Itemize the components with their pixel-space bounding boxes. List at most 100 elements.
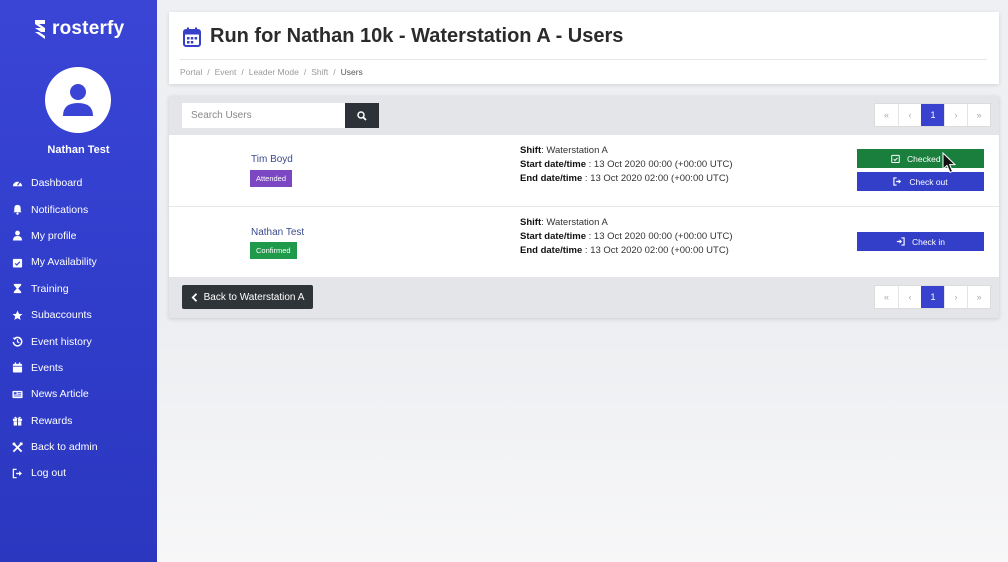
calendar-check-icon <box>12 258 23 268</box>
pagination-last[interactable]: » <box>967 104 990 126</box>
sidebar-item-notifications[interactable]: Notifications <box>0 196 157 222</box>
end-value: : 13 Oct 2020 02:00 (+00:00 UTC) <box>582 245 729 256</box>
sidebar-item-label: Dashboard <box>31 177 83 190</box>
star-icon <box>12 310 23 320</box>
breadcrumb-separator: / <box>241 67 244 77</box>
breadcrumb-event[interactable]: Event <box>215 67 237 77</box>
sidebar-item-news-article[interactable]: News Article <box>0 381 157 407</box>
pagination-first[interactable]: « <box>875 286 898 308</box>
brand-name: rosterfy <box>52 18 125 39</box>
dashboard-icon <box>12 181 23 186</box>
sidebar-item-label: My profile <box>31 229 77 242</box>
sidebar-item-label: Subaccounts <box>31 309 92 322</box>
status-badge: Attended <box>250 170 293 187</box>
history-icon <box>12 336 23 347</box>
logout-icon <box>12 468 22 479</box>
status-badge: Confirmed <box>250 242 297 259</box>
pagination-prev[interactable]: ‹ <box>898 286 921 308</box>
shift-label: Shift <box>520 145 542 156</box>
breadcrumb-portal[interactable]: Portal <box>180 67 202 77</box>
hourglass-icon <box>13 284 22 294</box>
sidebar-item-events[interactable]: Events <box>0 355 157 381</box>
users-list: Tim Boyd Attended Shift: Waterstation A … <box>169 135 999 277</box>
list-item: Tim Boyd Attended Shift: Waterstation A … <box>169 135 999 206</box>
avatar[interactable] <box>45 67 111 133</box>
checked-in-button[interactable]: Checked In <box>857 149 984 168</box>
shift-details: Shift: Waterstation A Start date/time : … <box>520 216 733 258</box>
sidebar-item-label: Rewards <box>31 414 73 427</box>
sidebar-item-my-profile[interactable]: My profile <box>0 223 157 249</box>
back-to-waterstation-button[interactable]: Back to Waterstation A <box>182 285 313 309</box>
calendar-check-icon <box>891 154 900 163</box>
sidebar-item-label: Events <box>31 361 64 374</box>
header-divider <box>180 59 987 60</box>
sign-out-icon <box>893 177 902 186</box>
calendar-icon <box>12 362 23 373</box>
check-in-button[interactable]: Check in <box>857 232 984 251</box>
title-row: Run for Nathan 10k - Waterstation A - Us… <box>183 25 623 48</box>
start-value: : 13 Oct 2020 00:00 (+00:00 UTC) <box>586 231 733 242</box>
user-avatar-icon <box>63 84 93 116</box>
pagination-next[interactable]: › <box>944 286 967 308</box>
end-value: : 13 Oct 2020 02:00 (+00:00 UTC) <box>582 173 729 184</box>
pagination-page-1[interactable]: 1 <box>921 104 944 126</box>
start-label: Start date/time <box>520 159 586 170</box>
sidebar-item-label: Training <box>31 282 69 295</box>
list-item: Nathan Test Confirmed Shift: Waterstatio… <box>169 206 999 277</box>
breadcrumb-separator: / <box>303 67 307 77</box>
check-out-button[interactable]: Check out <box>857 172 984 191</box>
sidebar-item-label: Back to admin <box>31 441 98 454</box>
pagination-top: « ‹ 1 › » <box>874 103 991 127</box>
shift-label: Shift <box>520 217 542 228</box>
pagination-bottom: « ‹ 1 › » <box>874 285 991 309</box>
newspaper-icon <box>12 390 23 398</box>
end-label: End date/time <box>520 173 583 184</box>
user-name-link[interactable]: Nathan Test <box>251 227 304 238</box>
sidebar-item-subaccounts[interactable]: Subaccounts <box>0 302 157 328</box>
button-label: Check in <box>911 236 946 247</box>
breadcrumb-users: Users <box>340 67 363 77</box>
start-label: Start date/time <box>520 231 586 242</box>
sidebar-item-label: Notifications <box>31 203 89 216</box>
pagination-first[interactable]: « <box>875 104 898 126</box>
sidebar-item-rewards[interactable]: Rewards <box>0 408 157 434</box>
search-icon <box>357 110 367 121</box>
shift-value: : Waterstation A <box>541 217 608 228</box>
sidebar-item-label: Log out <box>31 467 67 480</box>
sidebar-item-label: Event history <box>31 335 92 348</box>
end-label: End date/time <box>520 245 583 256</box>
rosterfy-logo-icon <box>35 20 45 39</box>
brand-logo[interactable]: rosterfy <box>33 17 124 41</box>
chevron-left-icon <box>191 292 197 302</box>
search-button[interactable] <box>345 103 379 128</box>
button-label: Check out <box>909 176 948 187</box>
sidebar-item-my-availability[interactable]: My Availability <box>0 249 157 275</box>
pagination-page-1[interactable]: 1 <box>921 286 944 308</box>
gift-icon <box>12 416 23 426</box>
user-icon <box>12 231 23 242</box>
sign-in-icon <box>896 237 905 246</box>
start-value: : 13 Oct 2020 00:00 (+00:00 UTC) <box>586 159 733 170</box>
page-header: Run for Nathan 10k - Waterstation A - Us… <box>169 12 999 84</box>
sidebar-item-training[interactable]: Training <box>0 276 157 302</box>
bell-icon <box>13 204 22 215</box>
breadcrumb: Portal / Event / Leader Mode / Shift / U… <box>180 67 363 77</box>
sidebar-item-log-out[interactable]: Log out <box>0 460 157 486</box>
sidebar-item-dashboard[interactable]: Dashboard <box>0 170 157 196</box>
pagination-last[interactable]: » <box>967 286 990 308</box>
pagination-prev[interactable]: ‹ <box>898 104 921 126</box>
sidebar: rosterfy Nathan Test Dashboard Notificat… <box>0 0 157 562</box>
calendar-icon <box>183 27 201 47</box>
breadcrumb-separator: / <box>333 67 336 77</box>
pagination-next[interactable]: › <box>944 104 967 126</box>
breadcrumb-shift[interactable]: Shift <box>311 67 328 77</box>
breadcrumb-separator: / <box>207 67 210 77</box>
sidebar-nav: Dashboard Notifications My profile My Av… <box>0 170 157 487</box>
user-name-link[interactable]: Tim Boyd <box>251 154 293 165</box>
sidebar-item-label: News Article <box>31 388 89 401</box>
sidebar-item-event-history[interactable]: Event history <box>0 328 157 354</box>
sidebar-user-name: Nathan Test <box>47 144 110 156</box>
sidebar-item-back-to-admin[interactable]: Back to admin <box>0 434 157 460</box>
search-input[interactable] <box>182 103 346 128</box>
breadcrumb-leader-mode[interactable]: Leader Mode <box>249 67 299 77</box>
